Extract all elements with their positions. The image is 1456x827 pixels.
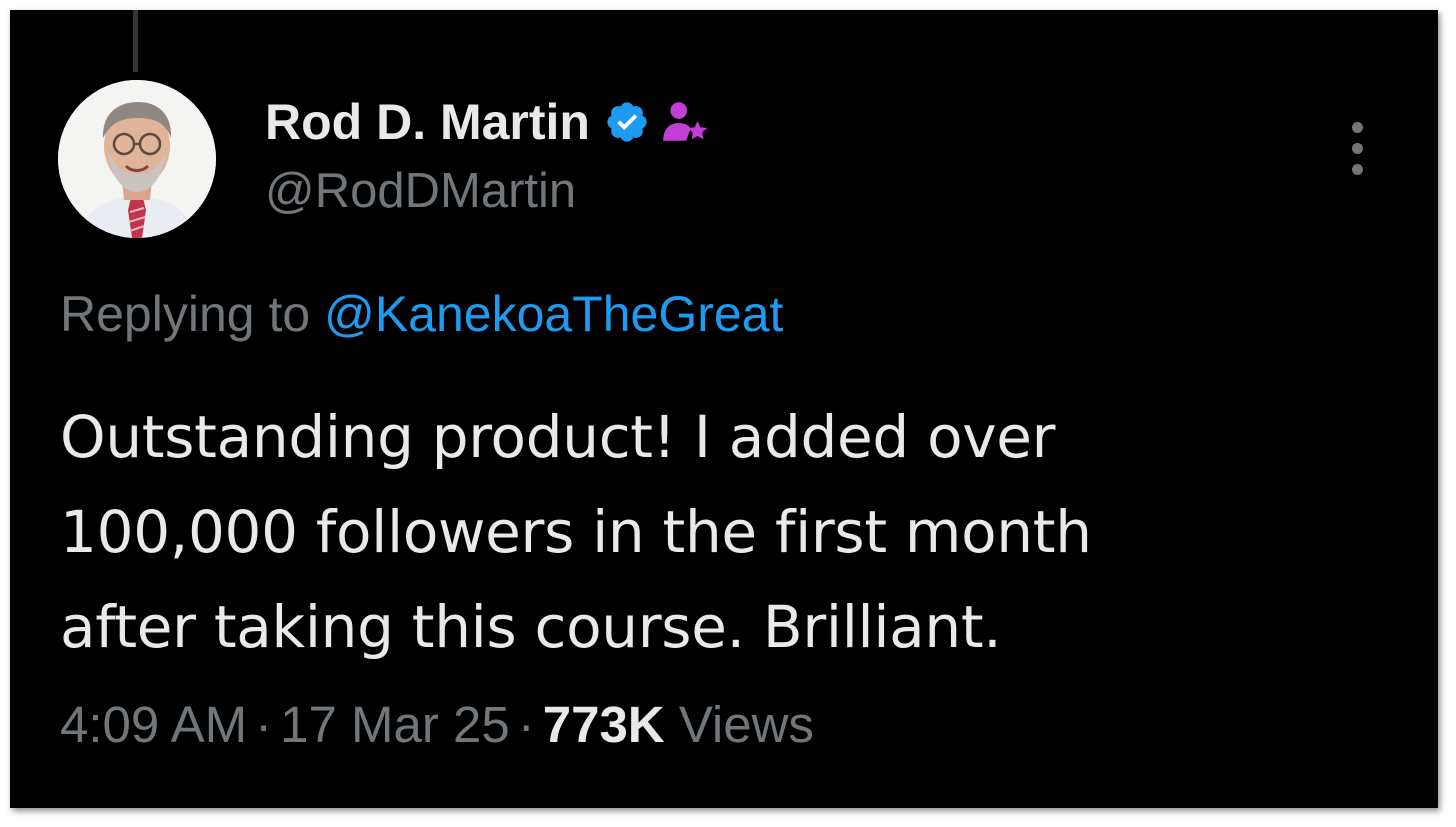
vertical-ellipsis-icon (1352, 143, 1363, 154)
tweet-text-line: 100,000 followers in the first month (60, 498, 1092, 566)
thread-connector-line (133, 10, 138, 72)
vertical-ellipsis-icon (1352, 164, 1363, 175)
more-options-button[interactable] (1342, 114, 1372, 184)
views-label: Views (678, 696, 814, 753)
affiliate-person-star-icon[interactable] (660, 97, 710, 147)
display-name[interactable]: Rod D. Martin (265, 92, 590, 152)
author-handle[interactable]: @RodDMartin (265, 160, 576, 222)
vertical-ellipsis-icon (1352, 122, 1363, 133)
tweet-card: Rod D. Martin @RodDMartin Replying to @K… (10, 10, 1438, 808)
tweet-text-line: after taking this course. Brilliant. (60, 593, 1002, 661)
timestamp-date[interactable]: 17 Mar 25 (280, 696, 510, 753)
author-name-row: Rod D. Martin (265, 92, 710, 152)
meta-separator: · (255, 696, 273, 753)
tweet-meta: 4:09 AM · 17 Mar 25 · 773K Views (60, 692, 814, 758)
reply-context: Replying to @KanekoaTheGreat (60, 282, 783, 346)
verified-badge-icon[interactable] (604, 99, 650, 145)
reply-mention-link[interactable]: @KanekoaTheGreat (324, 286, 783, 342)
meta-separator: · (517, 696, 535, 753)
reply-prefix: Replying to (60, 286, 311, 342)
avatar[interactable] (58, 80, 216, 238)
tweet-text-line: Outstanding product! I added over (60, 403, 1056, 471)
tweet-text: Outstanding product! I added over 100,00… (60, 390, 1380, 675)
views-count[interactable]: 773K (543, 696, 665, 753)
timestamp-time[interactable]: 4:09 AM (60, 696, 247, 753)
